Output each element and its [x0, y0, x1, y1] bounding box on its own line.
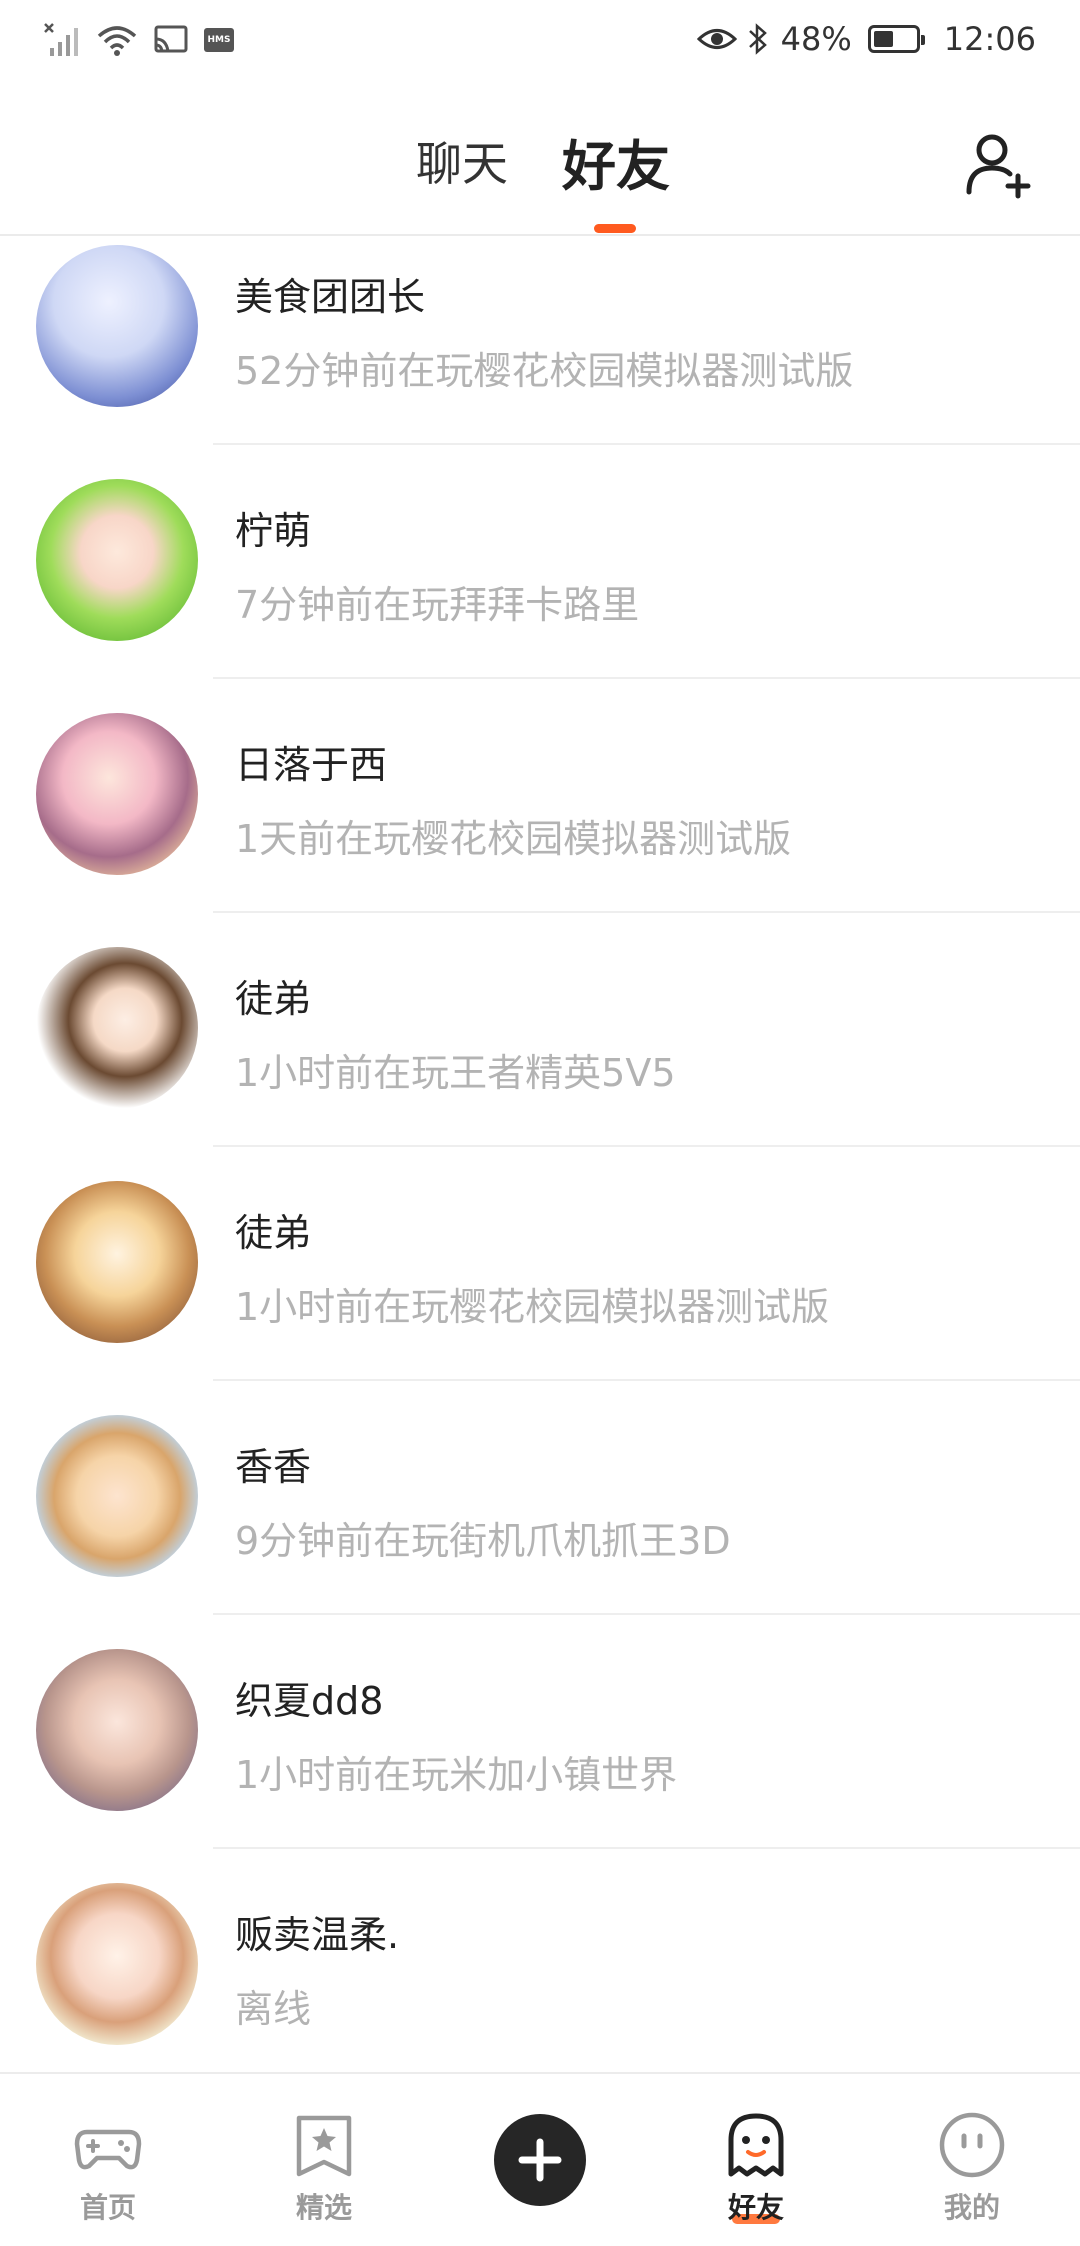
create-button[interactable] — [494, 2114, 586, 2206]
friend-status: 1天前在玩樱花校园模拟器测试版 — [235, 817, 792, 861]
bookmark-star-icon — [296, 2115, 352, 2177]
ghost-icon — [728, 2113, 784, 2177]
friend-item[interactable]: 徒弟 1小时前在玩王者精英5V5 — [0, 946, 1080, 1180]
friend-name: 柠萌 — [235, 509, 312, 553]
friend-status: 离线 — [235, 1987, 312, 2031]
wifi-icon — [97, 26, 137, 56]
friend-item[interactable]: 织夏dd8 1小时前在玩米加小镇世界 — [0, 1648, 1080, 1882]
divider — [213, 443, 1080, 445]
avatar[interactable] — [36, 1181, 198, 1343]
nav-label: 好友 — [727, 2191, 784, 2224]
friend-name: 贩卖温柔. — [235, 1913, 400, 1957]
status-right: 48% 12:06 — [696, 20, 1036, 58]
friend-name: 徒弟 — [235, 977, 312, 1021]
friend-status: 52分钟前在玩樱花校园模拟器测试版 — [235, 349, 854, 393]
nav-label: 首页 — [79, 2191, 136, 2224]
nav-label: 精选 — [295, 2191, 352, 2224]
divider — [213, 911, 1080, 913]
divider — [213, 1379, 1080, 1381]
avatar[interactable] — [36, 245, 198, 407]
tab-friends[interactable]: 好友 — [562, 122, 670, 201]
battery-percent: 48% — [780, 20, 852, 58]
nav-item-featured[interactable]: 精选 — [216, 2074, 432, 2246]
avatar[interactable] — [36, 1649, 198, 1811]
eye-icon — [696, 29, 737, 49]
active-tab-indicator — [594, 224, 636, 233]
friend-status: 1小时前在玩王者精英5V5 — [235, 1051, 676, 1095]
friend-item[interactable]: 徒弟 1小时前在玩樱花校园模拟器测试版 — [0, 1180, 1080, 1414]
avatar[interactable] — [36, 1883, 198, 2045]
header: 聊天 好友 — [0, 86, 1080, 236]
add-user-icon[interactable] — [964, 130, 1034, 200]
divider — [213, 1847, 1080, 1849]
divider — [213, 1613, 1080, 1615]
divider — [213, 677, 1080, 679]
friend-item[interactable]: 柠萌 7分钟前在玩拜拜卡路里 — [0, 478, 1080, 712]
friend-status: 1小时前在玩樱花校园模拟器测试版 — [235, 1285, 830, 1329]
friend-status: 1小时前在玩米加小镇世界 — [235, 1753, 678, 1797]
nav-item-home[interactable]: 首页 — [0, 2074, 216, 2246]
bottom-nav: 首页 精选 好友 我的 — [0, 2072, 1080, 2244]
avatar[interactable] — [36, 479, 198, 641]
friend-name: 织夏dd8 — [235, 1679, 384, 1723]
avatar[interactable] — [36, 713, 198, 875]
nav-label: 我的 — [943, 2191, 1000, 2224]
nav-item-friends[interactable]: 好友 — [648, 2074, 864, 2246]
cast-icon — [154, 25, 188, 53]
clock: 12:06 — [943, 20, 1036, 58]
friend-name: 美食团团长 — [235, 275, 426, 319]
friend-name: 徒弟 — [235, 1211, 312, 1255]
battery-level — [873, 31, 893, 47]
avatar[interactable] — [36, 947, 198, 1109]
friend-name: 香香 — [235, 1445, 312, 1489]
status-left: HMS — [44, 22, 234, 58]
friend-item[interactable]: 日落于西 1天前在玩樱花校园模拟器测试版 — [0, 712, 1080, 946]
friend-status: 9分钟前在玩街机爪机抓王3D — [235, 1519, 731, 1563]
tab-chat[interactable]: 聊天 — [416, 128, 508, 194]
divider — [213, 1145, 1080, 1147]
hms-badge: HMS — [204, 28, 234, 52]
status-bar: HMS 48% 12:06 — [0, 0, 1080, 86]
battery-icon — [867, 25, 925, 53]
bluetooth-icon — [748, 23, 767, 55]
avatar[interactable] — [36, 1415, 198, 1577]
friend-item[interactable]: 美食团团长 52分钟前在玩樱花校园模拟器测试版 — [0, 244, 1080, 478]
nav-item-me[interactable]: 我的 — [864, 2074, 1080, 2246]
friend-item[interactable]: 香香 9分钟前在玩街机爪机抓王3D — [0, 1414, 1080, 1648]
friend-status: 7分钟前在玩拜拜卡路里 — [235, 583, 640, 627]
friend-name: 日落于西 — [235, 743, 388, 787]
signal-off-icon — [44, 23, 78, 56]
plus-icon — [518, 2138, 562, 2182]
face-icon — [939, 2112, 1005, 2178]
gamepad-icon — [74, 2129, 142, 2170]
